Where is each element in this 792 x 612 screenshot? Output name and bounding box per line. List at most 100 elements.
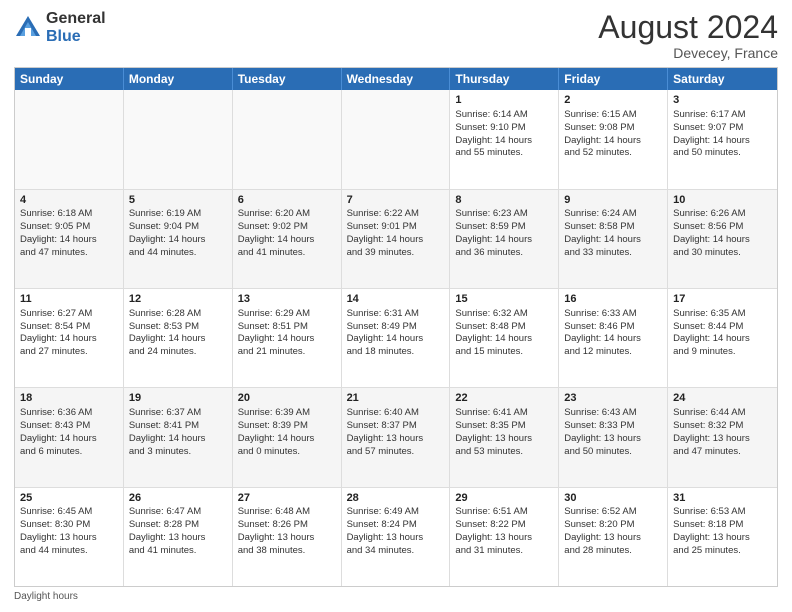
calendar-row: 25Sunrise: 6:45 AMSunset: 8:30 PMDayligh… — [15, 488, 777, 586]
day-info-line: Daylight: 14 hours — [347, 234, 445, 247]
day-info-line: Sunrise: 6:49 AM — [347, 506, 445, 519]
day-info-line: Sunrise: 6:29 AM — [238, 308, 336, 321]
day-info-line: Sunset: 8:43 PM — [20, 420, 118, 433]
day-info-line: Sunrise: 6:44 AM — [673, 407, 772, 420]
calendar-cell: 17Sunrise: 6:35 AMSunset: 8:44 PMDayligh… — [668, 289, 777, 387]
day-info-line: Sunset: 9:02 PM — [238, 221, 336, 234]
day-info-line: Sunrise: 6:35 AM — [673, 308, 772, 321]
day-info-line: Daylight: 13 hours — [564, 433, 662, 446]
day-info-line: Sunset: 8:58 PM — [564, 221, 662, 234]
day-info-line: Daylight: 13 hours — [238, 532, 336, 545]
calendar-cell: 25Sunrise: 6:45 AMSunset: 8:30 PMDayligh… — [15, 488, 124, 586]
day-number: 30 — [564, 491, 662, 506]
day-info-line: Sunrise: 6:19 AM — [129, 208, 227, 221]
day-info-line: and 12 minutes. — [564, 346, 662, 359]
logo-icon — [14, 14, 42, 42]
day-info-line: Daylight: 14 hours — [238, 333, 336, 346]
day-info-line: Sunset: 8:39 PM — [238, 420, 336, 433]
day-number: 15 — [455, 292, 553, 307]
logo-blue-text: Blue — [46, 28, 106, 46]
day-info-line: Sunrise: 6:40 AM — [347, 407, 445, 420]
day-info-line: Daylight: 14 hours — [673, 333, 772, 346]
day-info-line: Sunrise: 6:15 AM — [564, 109, 662, 122]
day-number: 5 — [129, 193, 227, 208]
day-info-line: Sunrise: 6:27 AM — [20, 308, 118, 321]
calendar-header-cell: Saturday — [668, 68, 777, 90]
calendar-body: 1Sunrise: 6:14 AMSunset: 9:10 PMDaylight… — [15, 90, 777, 586]
day-info-line: and 33 minutes. — [564, 247, 662, 260]
header: General Blue August 2024 Devecey, France — [14, 10, 778, 61]
day-info-line: and 31 minutes. — [455, 545, 553, 558]
calendar-cell: 4Sunrise: 6:18 AMSunset: 9:05 PMDaylight… — [15, 190, 124, 288]
calendar-cell: 11Sunrise: 6:27 AMSunset: 8:54 PMDayligh… — [15, 289, 124, 387]
day-info-line: Daylight: 14 hours — [20, 333, 118, 346]
calendar: SundayMondayTuesdayWednesdayThursdayFrid… — [14, 67, 778, 587]
day-info-line: Sunset: 8:20 PM — [564, 519, 662, 532]
day-number: 1 — [455, 93, 553, 108]
day-info-line: Daylight: 14 hours — [564, 234, 662, 247]
day-info-line: Sunrise: 6:41 AM — [455, 407, 553, 420]
day-number: 22 — [455, 391, 553, 406]
day-number: 6 — [238, 193, 336, 208]
day-info-line: Sunset: 8:35 PM — [455, 420, 553, 433]
day-info-line: Daylight: 14 hours — [347, 333, 445, 346]
calendar-cell: 3Sunrise: 6:17 AMSunset: 9:07 PMDaylight… — [668, 90, 777, 188]
day-info-line: Daylight: 14 hours — [673, 135, 772, 148]
day-info-line: Daylight: 14 hours — [564, 333, 662, 346]
day-info-line: Sunset: 9:01 PM — [347, 221, 445, 234]
day-info-line: Daylight: 14 hours — [673, 234, 772, 247]
day-info-line: and 9 minutes. — [673, 346, 772, 359]
day-info-line: Sunset: 8:49 PM — [347, 321, 445, 334]
day-number: 13 — [238, 292, 336, 307]
calendar-cell-empty — [233, 90, 342, 188]
day-info-line: Sunset: 8:37 PM — [347, 420, 445, 433]
calendar-row: 1Sunrise: 6:14 AMSunset: 9:10 PMDaylight… — [15, 90, 777, 189]
day-number: 29 — [455, 491, 553, 506]
day-info-line: and 44 minutes. — [20, 545, 118, 558]
day-info-line: Sunrise: 6:22 AM — [347, 208, 445, 221]
day-info-line: Sunrise: 6:20 AM — [238, 208, 336, 221]
day-info-line: Sunset: 8:28 PM — [129, 519, 227, 532]
day-info-line: and 36 minutes. — [455, 247, 553, 260]
calendar-header-cell: Friday — [559, 68, 668, 90]
day-info-line: Sunset: 8:26 PM — [238, 519, 336, 532]
day-info-line: and 39 minutes. — [347, 247, 445, 260]
day-info-line: and 52 minutes. — [564, 147, 662, 160]
day-number: 2 — [564, 93, 662, 108]
day-info-line: Sunrise: 6:23 AM — [455, 208, 553, 221]
calendar-cell: 22Sunrise: 6:41 AMSunset: 8:35 PMDayligh… — [450, 388, 559, 486]
calendar-header-cell: Sunday — [15, 68, 124, 90]
calendar-cell: 30Sunrise: 6:52 AMSunset: 8:20 PMDayligh… — [559, 488, 668, 586]
day-info-line: and 50 minutes. — [673, 147, 772, 160]
day-info-line: Sunrise: 6:33 AM — [564, 308, 662, 321]
footer-note: Daylight hours — [14, 591, 778, 602]
day-info-line: and 41 minutes. — [129, 545, 227, 558]
calendar-cell: 14Sunrise: 6:31 AMSunset: 8:49 PMDayligh… — [342, 289, 451, 387]
calendar-header-cell: Tuesday — [233, 68, 342, 90]
day-info-line: Daylight: 14 hours — [238, 433, 336, 446]
day-number: 7 — [347, 193, 445, 208]
calendar-row: 11Sunrise: 6:27 AMSunset: 8:54 PMDayligh… — [15, 289, 777, 388]
day-info-line: Daylight: 14 hours — [129, 234, 227, 247]
subtitle: Devecey, France — [598, 45, 778, 61]
day-info-line: Sunset: 8:53 PM — [129, 321, 227, 334]
calendar-cell: 5Sunrise: 6:19 AMSunset: 9:04 PMDaylight… — [124, 190, 233, 288]
day-info-line: Sunset: 8:51 PM — [238, 321, 336, 334]
day-number: 23 — [564, 391, 662, 406]
day-number: 17 — [673, 292, 772, 307]
calendar-cell: 21Sunrise: 6:40 AMSunset: 8:37 PMDayligh… — [342, 388, 451, 486]
calendar-cell: 7Sunrise: 6:22 AMSunset: 9:01 PMDaylight… — [342, 190, 451, 288]
day-info-line: Sunrise: 6:37 AM — [129, 407, 227, 420]
day-info-line: Daylight: 13 hours — [129, 532, 227, 545]
day-number: 26 — [129, 491, 227, 506]
day-info-line: Sunset: 9:08 PM — [564, 122, 662, 135]
calendar-cell-empty — [124, 90, 233, 188]
calendar-cell: 18Sunrise: 6:36 AMSunset: 8:43 PMDayligh… — [15, 388, 124, 486]
day-info-line: Daylight: 14 hours — [455, 135, 553, 148]
day-number: 3 — [673, 93, 772, 108]
day-info-line: and 15 minutes. — [455, 346, 553, 359]
day-info-line: Daylight: 14 hours — [238, 234, 336, 247]
calendar-cell: 31Sunrise: 6:53 AMSunset: 8:18 PMDayligh… — [668, 488, 777, 586]
day-info-line: Sunset: 8:48 PM — [455, 321, 553, 334]
day-info-line: Daylight: 13 hours — [347, 532, 445, 545]
